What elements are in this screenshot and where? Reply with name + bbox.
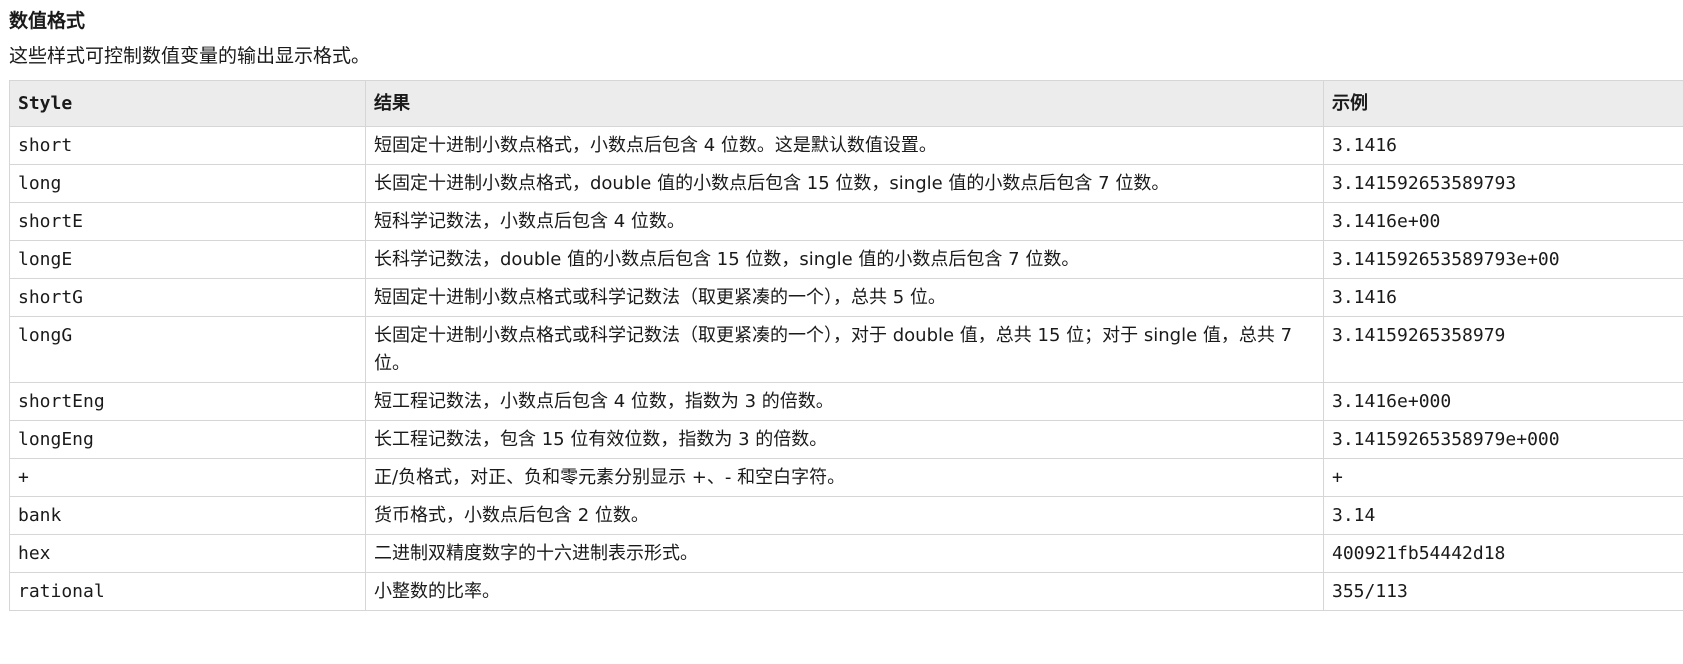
table-row: shortG 短固定十进制小数点格式或科学记数法（取更紧凑的一个），总共 5 位。… [9,278,1683,317]
section-title: 数值格式 [9,10,86,32]
result-cell: 长科学记数法，double 值的小数点后包含 15 位数，single 值的小数… [365,240,1324,279]
format-table: Style 结果 示例 short 短固定十进制小数点格式，小数点后包含 4 位数… [9,80,1683,611]
example-cell: 3.141592653589793 [1323,164,1683,203]
result-cell: 短固定十进制小数点格式或科学记数法（取更紧凑的一个），总共 5 位。 [365,278,1324,317]
style-cell: longE [9,240,366,279]
style-cell: long [9,164,366,203]
example-cell: 3.1416 [1323,278,1683,317]
header-example: 示例 [1323,80,1683,127]
result-cell: 短工程记数法，小数点后包含 4 位数，指数为 3 的倍数。 [365,382,1324,421]
result-cell: 货币格式，小数点后包含 2 位数。 [365,496,1324,535]
example-cell: 3.1416e+00 [1323,202,1683,241]
example-cell: 3.1416e+000 [1323,382,1683,421]
style-cell: rational [9,572,366,611]
result-cell: 短科学记数法，小数点后包含 4 位数。 [365,202,1324,241]
table-row: shortE 短科学记数法，小数点后包含 4 位数。 3.1416e+00 [9,202,1683,241]
example-cell: + [1323,458,1683,497]
style-cell: shortEng [9,382,366,421]
style-cell: longG [9,316,366,383]
example-cell: 3.14 [1323,496,1683,535]
result-cell: 二进制双精度数字的十六进制表示形式。 [365,534,1324,573]
table-row: longE 长科学记数法，double 值的小数点后包含 15 位数，single… [9,240,1683,279]
table-row: long 长固定十进制小数点格式，double 值的小数点后包含 15 位数，si… [9,164,1683,203]
style-cell: short [9,126,366,165]
result-cell: 短固定十进制小数点格式，小数点后包含 4 位数。这是默认数值设置。 [365,126,1324,165]
header-result: 结果 [365,80,1324,127]
table-row: longG 长固定十进制小数点格式或科学记数法（取更紧凑的一个），对于 doubl… [9,316,1683,383]
example-cell: 3.141592653589793e+00 [1323,240,1683,279]
table-row: + 正/负格式，对正、负和零元素分别显示 +、- 和空白字符。 + [9,458,1683,497]
result-cell: 长固定十进制小数点格式或科学记数法（取更紧凑的一个），对于 double 值，总… [365,316,1324,383]
result-cell: 小整数的比率。 [365,572,1324,611]
table-header-row: Style 结果 示例 [9,80,1683,127]
example-cell: 3.14159265358979 [1323,316,1683,383]
result-cell: 正/负格式，对正、负和零元素分别显示 +、- 和空白字符。 [365,458,1324,497]
style-cell: shortE [9,202,366,241]
result-cell: 长工程记数法，包含 15 位有效位数，指数为 3 的倍数。 [365,420,1324,459]
style-cell: shortG [9,278,366,317]
style-cell: bank [9,496,366,535]
style-cell: hex [9,534,366,573]
example-cell: 3.1416 [1323,126,1683,165]
example-cell: 3.14159265358979e+000 [1323,420,1683,459]
example-cell: 355/113 [1323,572,1683,611]
table-row: longEng 长工程记数法，包含 15 位有效位数，指数为 3 的倍数。 3.14… [9,420,1683,459]
style-cell: + [9,458,366,497]
table-body: short 短固定十进制小数点格式，小数点后包含 4 位数。这是默认数值设置。 3.… [9,126,1683,611]
result-cell: 长固定十进制小数点格式，double 值的小数点后包含 15 位数，single… [365,164,1324,203]
example-cell: 400921fb54442d18 [1323,534,1683,573]
table-row: rational 小整数的比率。 355/113 [9,572,1683,611]
table-row: short 短固定十进制小数点格式，小数点后包含 4 位数。这是默认数值设置。 3.… [9,126,1683,165]
style-cell: longEng [9,420,366,459]
table-row: shortEng 短工程记数法，小数点后包含 4 位数，指数为 3 的倍数。 3.1… [9,382,1683,421]
table-row: hex 二进制双精度数字的十六进制表示形式。 400921fb54442d18 [9,534,1683,573]
section-description: 这些样式可控制数值变量的输出显示格式。 [9,45,371,67]
table-row: bank 货币格式，小数点后包含 2 位数。 3.14 [9,496,1683,535]
header-style: Style [9,80,366,127]
